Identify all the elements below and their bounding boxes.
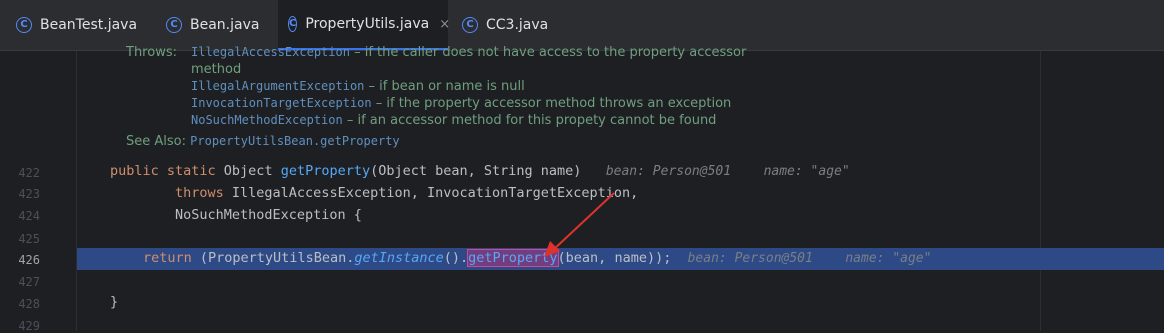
throws-entry: IllegalAccessException – if the caller d…: [191, 45, 746, 60]
line-number: 423: [18, 187, 40, 201]
line-number: 427: [18, 275, 40, 289]
code-line-426[interactable]: return (PropertyUtilsBean.getInstance().…: [143, 249, 932, 267]
editor-tab-bar: C BeanTest.java C Bean.java C PropertyUt…: [0, 0, 1164, 51]
method-name: getInstance: [354, 250, 444, 266]
line-number: 422: [18, 166, 40, 180]
throws-entry: InvocationTargetException – if the prope…: [191, 96, 731, 111]
line-number: 426: [18, 253, 40, 267]
line-number: 428: [18, 297, 40, 311]
code-text: Object: [215, 163, 281, 179]
see-also-entry: See Also: PropertyUtilsBean.getProperty: [126, 134, 400, 149]
method-name: getProperty: [280, 163, 371, 179]
inline-debug-hint: bean: Person@501: [605, 164, 732, 179]
tab-label: BeanTest.java: [40, 17, 138, 33]
red-arrow-annotation: [544, 192, 615, 257]
keyword: public static: [110, 163, 216, 179]
code-text: (PropertyUtilsBean.: [191, 250, 355, 266]
throws-desc: – if bean or name is null: [364, 79, 525, 94]
tab-beantest[interactable]: C BeanTest.java: [16, 0, 146, 50]
exception-link[interactable]: InvocationTargetException: [191, 96, 372, 110]
see-also-link[interactable]: PropertyUtilsBean.getProperty: [190, 134, 400, 148]
exception-link[interactable]: NoSuchMethodException: [191, 113, 343, 127]
inline-debug-hint: name: "age": [763, 164, 850, 179]
tab-label: PropertyUtils.java: [305, 16, 430, 32]
throws-desc: method: [191, 62, 242, 77]
line-number: 424: [18, 209, 40, 223]
exception-link[interactable]: IllegalArgumentException: [191, 79, 364, 93]
class-icon: C: [288, 16, 298, 32]
code-line-424[interactable]: NoSuchMethodException {: [175, 207, 362, 223]
exception-link[interactable]: IllegalAccessException: [191, 45, 350, 59]
throws-desc: – if an accessor method for this propety…: [342, 113, 717, 128]
right-margin-guide: [1040, 51, 1041, 331]
close-icon[interactable]: ×: [439, 17, 450, 32]
throws-label: Throws:: [126, 45, 177, 60]
class-icon: C: [166, 17, 182, 33]
code-text: (Object bean, String name): [370, 163, 582, 179]
tab-label: Bean.java: [190, 17, 260, 33]
throws-entry: method: [191, 62, 241, 77]
see-also-label: See Also:: [126, 134, 186, 149]
code-text: }: [110, 294, 119, 310]
keyword: throws: [175, 185, 224, 201]
code-text: NoSuchMethodException {: [175, 207, 362, 223]
class-icon: C: [16, 17, 32, 33]
code-line-422[interactable]: public static Object getProperty(Object …: [110, 163, 850, 179]
line-number: 425: [18, 232, 40, 246]
tab-cc3[interactable]: C CC3.java: [462, 0, 562, 50]
inline-debug-hint: name: "age": [845, 251, 932, 266]
throws-entry: IllegalArgumentException – if bean or na…: [191, 79, 525, 94]
throws-entry: NoSuchMethodException – if an accessor m…: [191, 113, 716, 128]
code-text: ().: [443, 250, 469, 266]
inline-debug-hint: bean: Person@501: [687, 251, 813, 266]
keyword: return: [143, 250, 192, 266]
tab-label: CC3.java: [486, 17, 549, 33]
code-editor[interactable]: Throws: IllegalAccessException – if the …: [0, 45, 1164, 333]
throws-desc: – if the caller does not have access to …: [349, 45, 747, 60]
throws-desc: – if the property accessor method throws…: [371, 96, 732, 111]
tab-propertyutils[interactable]: C PropertyUtils.java ×: [278, 0, 450, 50]
class-icon: C: [462, 17, 478, 33]
tab-bean[interactable]: C Bean.java: [166, 0, 266, 50]
code-line-428[interactable]: }: [110, 294, 118, 310]
